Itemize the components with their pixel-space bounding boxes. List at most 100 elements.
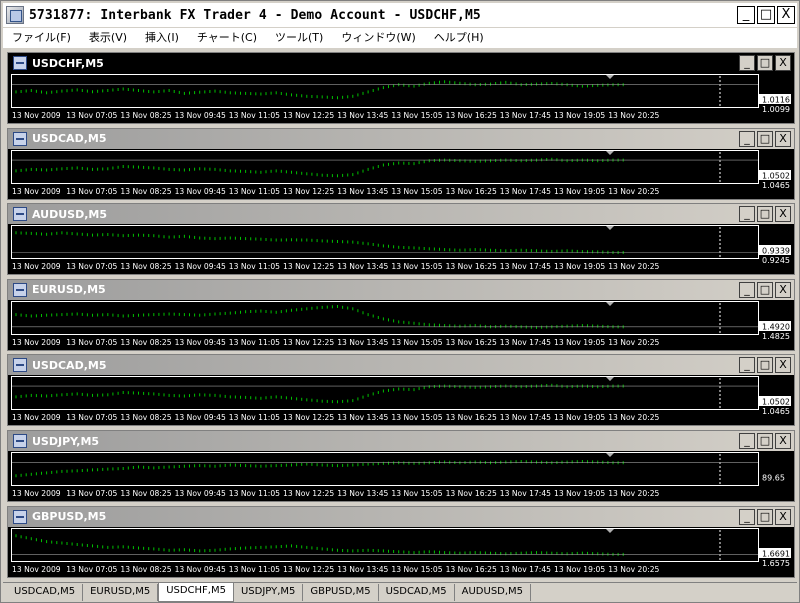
tab-usdchf[interactable]: USDCHF,M5 [158,583,234,602]
chart-minimize-button[interactable]: _ [739,357,755,374]
time-axis-label: 13 Nov 12:25 [283,187,334,196]
price-chart-svg: 1.05021.046513 Nov 2009 13 Nov 07:05 13 No… [11,149,791,196]
menu-bar: ファイル(F) 表示(V) 挿入(I) チャート(C) ツール(T) ウィンドウ… [3,28,797,48]
chart-window-7[interactable]: GBPUSD,M5 _ □ X 1.6691 1.6575 13 Nov 2009 13 No… [7,505,795,578]
time-axis-label: 13 Nov 16:25 [446,338,497,347]
time-axis-label: 13 Nov 09:45 [175,338,226,347]
chart-title: AUDUSD,M5 [32,207,108,221]
time-axis-label: 13 Nov 09:45 [175,262,226,271]
chart-shift-marker[interactable] [606,377,614,382]
chart-close-button[interactable]: X [775,357,791,374]
menu-file[interactable]: ファイル(F) [3,28,80,48]
time-axis-label: 13 Nov 16:25 [446,111,497,120]
chart-window-5[interactable]: USDCAD,M5 _ □ X 1.0502 1.0465 13 Nov 2009 13 No… [7,354,795,427]
chart-close-button[interactable]: X [775,130,791,147]
minimize-button[interactable]: _ [737,6,755,24]
chart-caption[interactable]: USDCAD,M5 _ □ X [8,355,794,376]
time-axis-label: 13 Nov 07:05 [66,187,117,196]
chart-minimize-button[interactable]: _ [739,433,755,449]
chart-plot[interactable]: 1.0502 1.0465 13 Nov 2009 13 Nov 07:05 13 No… [8,375,794,426]
chart-close-button[interactable]: X [775,433,791,449]
time-axis-label: 13 Nov 12:25 [283,489,334,498]
chart-shift-marker[interactable] [606,75,614,79]
time-axis-label: 13 Nov 20:25 [608,489,659,498]
chart-close-button[interactable]: X [775,206,791,223]
chart-plot[interactable]: 0.9339 0.9245 13 Nov 2009 13 Nov 07:05 13 No… [8,224,794,275]
time-axis-label: 13 Nov 11:05 [229,565,280,574]
chart-maximize-button[interactable]: □ [757,206,773,223]
chart-caption[interactable]: AUDUSD,M5 _ □ X [8,204,794,225]
time-axis-label: 13 Nov 15:05 [391,187,442,196]
close-button[interactable]: X [777,6,795,24]
chart-plot[interactable]: 89.65 13 Nov 2009 13 Nov 07:05 13 Nov 08:25… [8,451,794,501]
chart-plot[interactable]: 1.0502 1.0465 13 Nov 2009 13 Nov 07:05 13 No… [8,148,794,199]
tab-usdjpy[interactable]: USDJPY,M5 [233,584,304,601]
chart-close-button[interactable]: X [775,508,791,525]
chart-window-4[interactable]: EURUSD,M5 _ □ X 1.4920 1.4825 13 Nov 2009 13 No… [7,278,795,351]
chart-caption[interactable]: EURUSD,M5 _ □ X [8,279,794,300]
tab-usdcad-1[interactable]: USDCAD,M5 [7,584,84,601]
chart-minimize-button[interactable]: _ [739,130,755,147]
menu-window[interactable]: ウィンドウ(W) [332,28,424,48]
chart-shift-marker[interactable] [606,453,614,457]
chart-minimize-button[interactable]: _ [739,281,755,298]
chart-window-1[interactable]: USDCHF,M5 _ □ X 1.0116 1.0099 13 Nov 2009 13 No… [7,52,795,124]
time-axis-label: 13 Nov 07:05 [66,565,117,574]
chart-title: USDJPY,M5 [32,434,100,448]
price-chart-svg: 1.01161.009913 Nov 2009 13 Nov 07:05 13 No… [11,74,791,120]
time-axis-label: 13 Nov 11:05 [229,338,280,347]
time-axis-label: 13 Nov 16:25 [446,565,497,574]
chart-plot[interactable]: 1.6691 1.6575 13 Nov 2009 13 Nov 07:05 13 No… [8,526,794,577]
chart-shift-marker[interactable] [606,150,614,155]
plot-frame [11,300,759,335]
title-bar[interactable]: 5731877: Interbank FX Trader 4 - Demo Ac… [3,3,797,27]
chart-window-3[interactable]: AUDUSD,M5 _ □ X 0.9339 0.9245 13 Nov 2009 13 No… [7,203,795,276]
tab-gbpusd[interactable]: GBPUSD,M5 [303,584,379,601]
menu-chart[interactable]: チャート(C) [188,28,266,48]
tab-eurusd[interactable]: EURUSD,M5 [83,584,159,601]
chart-shift-marker[interactable] [606,528,614,533]
chart-window-controls: _ □ X [739,55,791,71]
chart-caption[interactable]: USDJPY,M5 _ □ X [8,431,794,451]
time-axis-label: 13 Nov 08:25 [120,111,171,120]
time-axis-label: 13 Nov 19:05 [554,187,605,196]
time-axis-label: 13 Nov 09:45 [175,565,226,574]
menu-view[interactable]: 表示(V) [80,28,136,48]
chart-shift-marker[interactable] [606,301,614,306]
chart-close-button[interactable]: X [775,281,791,298]
chart-close-button[interactable]: X [775,55,791,71]
chart-maximize-button[interactable]: □ [757,130,773,147]
chart-plot[interactable]: 1.4920 1.4825 13 Nov 2009 13 Nov 07:05 13 No… [8,299,794,350]
chart-maximize-button[interactable]: □ [757,281,773,298]
chart-minimize-button[interactable]: _ [739,206,755,223]
chart-minimize-button[interactable]: _ [739,508,755,525]
menu-insert[interactable]: 挿入(I) [136,28,188,48]
time-axis-label: 13 Nov 16:25 [446,489,497,498]
chart-icon [13,509,27,524]
chart-maximize-button[interactable]: □ [757,357,773,374]
chart-minimize-button[interactable]: _ [739,55,755,71]
chart-window-6[interactable]: USDJPY,M5 _ □ X 89.65 13 Nov 2009 13 Nov 07:05… [7,430,795,502]
app-icon[interactable] [6,6,24,24]
chart-caption[interactable]: USDCAD,M5 _ □ X [8,128,794,149]
chart-maximize-button[interactable]: □ [757,508,773,525]
chart-shift-marker[interactable] [606,226,614,231]
menu-tools[interactable]: ツール(T) [266,28,332,48]
price-label-low: 1.6575 [762,559,790,568]
time-axis-label: 13 Nov 12:25 [283,565,334,574]
chart-caption[interactable]: GBPUSD,M5 _ □ X [8,506,794,527]
menu-help[interactable]: ヘルプ(H) [425,28,493,48]
time-axis-label: 13 Nov 07:05 [66,111,117,120]
tab-usdcad-2[interactable]: USDCAD,M5 [378,584,455,601]
chart-maximize-button[interactable]: □ [757,433,773,449]
chart-plot[interactable]: 1.0116 1.0099 13 Nov 2009 13 Nov 07:05 13 No… [8,73,794,123]
time-axis-label: 13 Nov 19:05 [554,111,605,120]
chart-caption[interactable]: USDCHF,M5 _ □ X [8,53,794,73]
time-axis-label: 13 Nov 2009 [12,187,61,196]
maximize-button[interactable]: □ [757,6,775,24]
chart-maximize-button[interactable]: □ [757,55,773,71]
chart-window-2[interactable]: USDCAD,M5 _ □ X 1.0502 1.0465 13 Nov 2009 13 No… [7,127,795,200]
tab-audusd[interactable]: AUDUSD,M5 [454,584,532,601]
price-label-high: 0.9339 [762,247,790,256]
time-axis-label: 13 Nov 19:05 [554,413,605,422]
